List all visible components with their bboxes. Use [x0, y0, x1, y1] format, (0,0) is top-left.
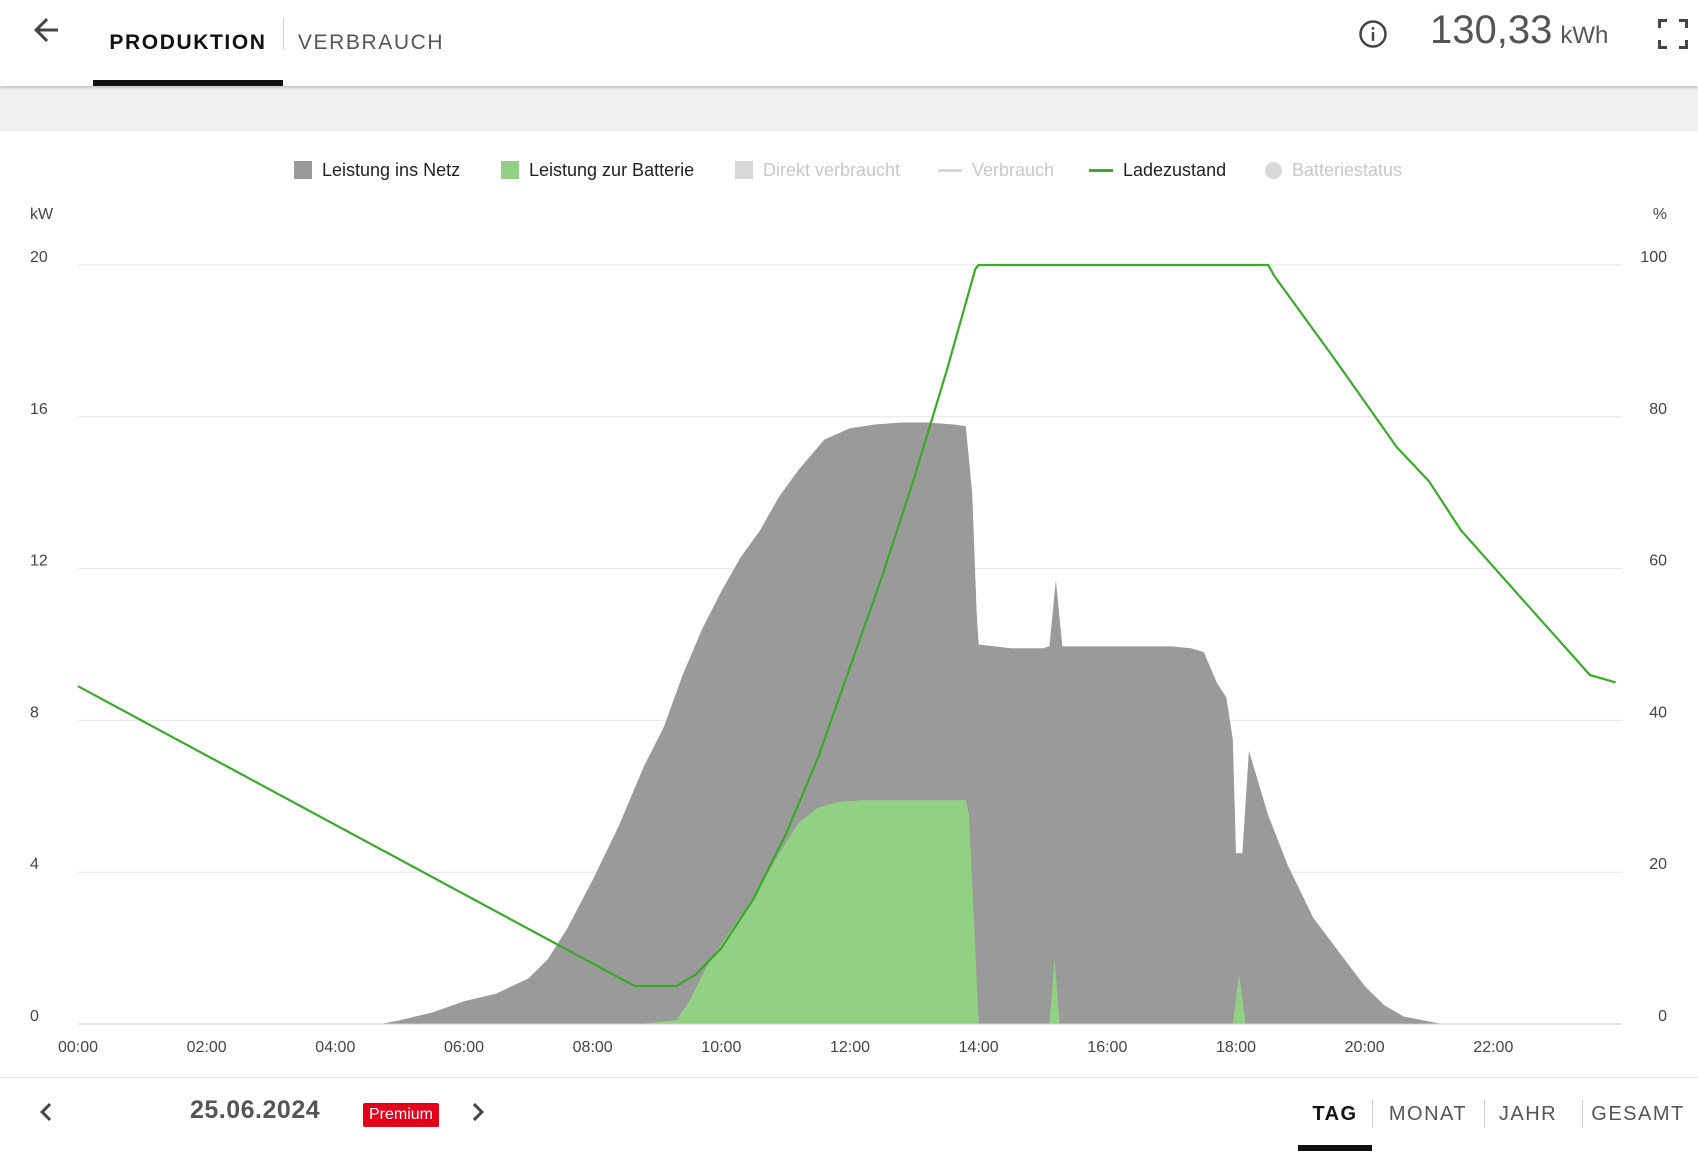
legend-label: Direkt verbraucht [763, 159, 901, 180]
legend-item-batteriestatus[interactable]: Batteriestatus [1265, 155, 1402, 185]
legend-swatch [1089, 168, 1113, 172]
y-right-tick-label: 20 [1649, 856, 1667, 873]
active-period-indicator [1298, 1145, 1372, 1151]
y-left-tick-label: 12 [30, 553, 48, 570]
tab-verbrauch-label: VERBRAUCH [297, 31, 445, 54]
production-chart[interactable]: 201612840100806040200kW %00:00 02:00 04:00 0… [0, 190, 1698, 1070]
app-root: PRODUKTION VERBRAUCH 130,33 kWh Leistung… [0, 0, 1698, 1154]
y-left-unit-label: kW [30, 206, 54, 223]
x-tick-label: 20:00 [1345, 1039, 1385, 1056]
legend-swatch [938, 168, 962, 172]
x-tick-label: 14:00 [959, 1039, 999, 1056]
legend-item-leistung-zur-batterie[interactable]: Leistung zur Batterie [501, 155, 694, 185]
legend-swatch [501, 161, 519, 179]
period-tab-jahr[interactable]: JAHR [1490, 1078, 1566, 1151]
period-tab-label: JAHR [1498, 1103, 1558, 1125]
tab-verbrauch[interactable]: VERBRAUCH [296, 0, 446, 86]
x-tick-label: 08:00 [573, 1039, 613, 1056]
active-tab-indicator [93, 80, 283, 86]
legend-label: Verbrauch [972, 159, 1055, 180]
next-day-button[interactable] [460, 1094, 496, 1130]
info-circle-icon [1359, 20, 1387, 48]
period-divider [1582, 1100, 1583, 1128]
period-divider [1372, 1100, 1373, 1128]
x-tick-label: 02:00 [187, 1039, 227, 1056]
period-tab-monat[interactable]: MONAT [1378, 1078, 1478, 1151]
legend-label: Batteriestatus [1292, 159, 1403, 180]
subheader-band [0, 86, 1698, 131]
legend-label: Leistung ins Netz [322, 159, 461, 180]
legend-item-direkt-verbraucht[interactable]: Direkt verbraucht [735, 155, 900, 185]
energy-total: 130,33 kWh [1430, 8, 1608, 58]
area-leistung-zur-batterie [78, 800, 1622, 1024]
footer-bar: 25.06.2024 Premium TAG MONAT JAHR GESAMT [0, 1077, 1698, 1154]
legend-item-ladezustand[interactable]: Ladezustand [1089, 155, 1226, 185]
legend-label: Leistung zur Batterie [529, 159, 695, 180]
chart-legend: Leistung ins Netz Leistung zur Batterie … [0, 155, 1698, 185]
legend-item-verbrauch[interactable]: Verbrauch [938, 155, 1054, 185]
previous-day-button[interactable] [28, 1094, 64, 1130]
y-right-tick-label: 80 [1649, 401, 1667, 418]
y-right-tick-label: 60 [1649, 553, 1667, 570]
x-tick-label: 00:00 [58, 1039, 98, 1056]
arrow-left-icon [34, 18, 58, 42]
energy-total-value: 130,33 [1430, 8, 1553, 52]
y-left-tick-label: 4 [30, 856, 39, 873]
y-left-tick-label: 0 [30, 1008, 39, 1025]
period-tab-gesamt[interactable]: GESAMT [1586, 1078, 1690, 1151]
back-button[interactable] [28, 12, 64, 48]
x-tick-label: 06:00 [444, 1039, 484, 1056]
legend-label: Ladezustand [1123, 159, 1227, 180]
info-button[interactable] [1358, 19, 1388, 49]
x-tick-label: 04:00 [315, 1039, 355, 1056]
period-tab-label: GESAMT [1591, 1103, 1685, 1125]
x-tick-label: 22:00 [1473, 1039, 1513, 1056]
tab-divider [283, 19, 284, 49]
x-tick-label: 16:00 [1087, 1039, 1127, 1056]
x-tick-label: 12:00 [830, 1039, 870, 1056]
y-right-tick-label: 100 [1640, 249, 1667, 266]
y-left-tick-label: 8 [30, 704, 39, 721]
y-right-tick-label: 0 [1658, 1008, 1667, 1025]
period-tab-label: MONAT [1388, 1103, 1468, 1125]
legend-swatch [735, 161, 753, 179]
fullscreen-button[interactable] [1655, 16, 1691, 52]
date-label[interactable]: 25.06.2024 [190, 1096, 320, 1125]
premium-badge: Premium [363, 1103, 440, 1127]
chart-area[interactable]: 20 16 12 8 4 0 100 80 60 40 20 0 kW% 00:00 02:00 04:00 0… [0, 190, 1698, 1070]
chevron-left-icon [40, 1103, 52, 1121]
fullscreen-icon [1658, 19, 1688, 49]
y-left-tick-label: 20 [30, 249, 48, 266]
chevron-right-icon [472, 1103, 484, 1121]
tab-produktion[interactable]: PRODUKTION [93, 0, 283, 86]
period-tab-tag[interactable]: TAG [1298, 1078, 1372, 1151]
y-right-tick-label: 40 [1649, 704, 1667, 721]
y-right-unit-label: % [1653, 206, 1667, 223]
tab-produktion-label: PRODUKTION [109, 31, 267, 54]
energy-total-unit: kWh [1560, 22, 1609, 49]
x-tick-label: 18:00 [1216, 1039, 1256, 1056]
y-left-tick-label: 16 [30, 401, 48, 418]
legend-swatch [1265, 161, 1282, 179]
header-bar: PRODUKTION VERBRAUCH 130,33 kWh [0, 0, 1698, 86]
x-tick-label: 10:00 [701, 1039, 741, 1056]
period-divider [1484, 1100, 1485, 1128]
legend-swatch [294, 161, 312, 179]
period-tab-label: TAG [1312, 1103, 1358, 1125]
legend-item-leistung-ins-netz[interactable]: Leistung ins Netz [294, 155, 460, 185]
